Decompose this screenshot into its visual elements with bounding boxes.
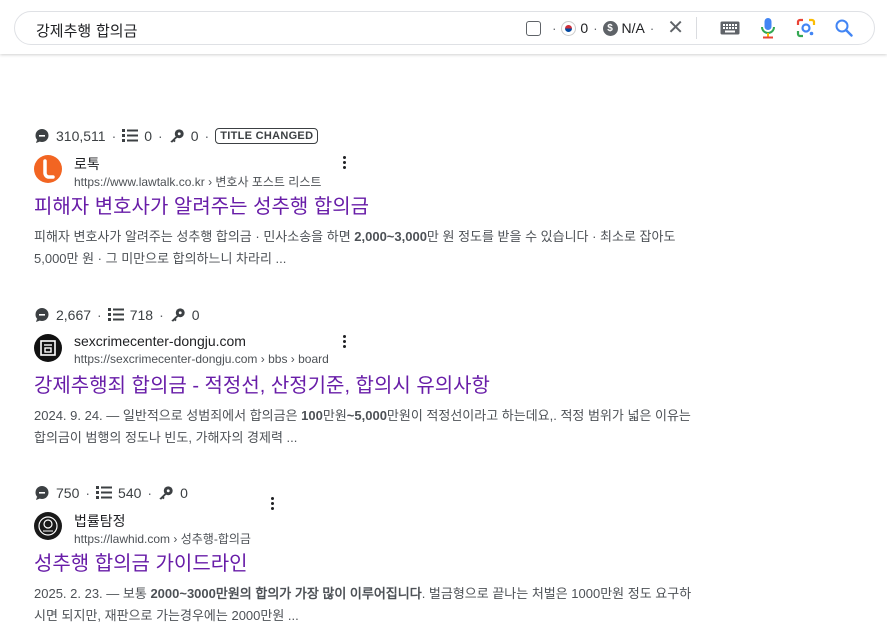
currency-value: N/A	[621, 20, 645, 36]
url-text: https://sexcrimecenter-dongju.com	[74, 352, 258, 366]
top-bar: 강제추행 합의금 · 0 · $ N/A · ✕	[0, 0, 887, 54]
views-count: 310,511	[56, 128, 106, 144]
site-name: sexcrimecenter-dongju.com	[74, 333, 246, 349]
site-name: 법률탐정	[74, 513, 126, 529]
url-text: https://www.lawtalk.co.kr	[74, 175, 205, 189]
snippet-text: 2025. 2. 23. — 보통	[34, 586, 151, 601]
snippet-text: 2000~3000	[150, 586, 216, 601]
site-url: https://lawhid.com › 성추행-합의금	[74, 530, 251, 547]
mic-icon[interactable]	[756, 16, 780, 40]
url-breadcrumb: › bbs › board	[260, 352, 329, 366]
separator-dot: ·	[593, 20, 598, 36]
snippet-text: 만원의 합의가 가장 많이 이루어집니다	[215, 586, 422, 601]
list-count: 718	[129, 307, 154, 323]
snippet-text: 2024. 9. 24. — 일반적으로 성범죄에서 합의금은	[34, 408, 302, 423]
dongju-logo-icon	[34, 334, 62, 362]
comment-icon	[34, 485, 50, 501]
key-icon	[170, 307, 186, 323]
list-count: 540	[118, 485, 142, 501]
key-count: 0	[191, 307, 200, 323]
close-icon[interactable]: ✕	[667, 18, 684, 38]
result-title-link[interactable]: 피해자 변호사가 알려주는 성추행 합의금	[34, 194, 694, 220]
lens-icon[interactable]	[794, 16, 818, 40]
result-snippet: 2025. 2. 23. — 보통 2000~3000만원의 합의가 가장 많이…	[34, 583, 694, 627]
key-icon	[158, 485, 174, 501]
more-vert-icon[interactable]	[262, 493, 282, 513]
divider	[696, 17, 697, 39]
lawhid-logo-icon	[34, 512, 62, 540]
snippet-text: 만원	[322, 408, 347, 423]
comment-icon	[34, 128, 50, 144]
list-icon	[107, 307, 124, 323]
dollar-icon: $	[602, 20, 618, 36]
key-count: 0	[180, 485, 188, 501]
result-title-link[interactable]: 강제추행죄 합의금 - 적정선, 산정기준, 합의시 유의사항	[34, 373, 694, 399]
result-stats: 2,667 · 718 · 0	[34, 306, 694, 324]
more-vert-icon[interactable]	[334, 331, 354, 351]
search-result: 750 · 540 · 0 법률탐정 https://lawhid.com › …	[34, 484, 694, 627]
result-stats: 750 · 540 · 0	[34, 484, 694, 502]
result-snippet: 피해자 변호사가 알려주는 성추행 합의금 · 민사소송을 하면 2,000~3…	[34, 226, 694, 270]
snippet-text: 100	[301, 408, 323, 423]
key-icon	[169, 128, 185, 144]
korea-flag-icon	[561, 20, 577, 36]
url-text: https://lawhid.com	[74, 532, 171, 546]
key-count: 0	[190, 128, 199, 144]
lawtalk-logo-icon	[34, 155, 62, 183]
site-info[interactable]: 로톡 https://www.lawtalk.co.kr › 변호사 포스트 리…	[34, 152, 694, 189]
site-name: 로톡	[74, 156, 100, 172]
views-count: 750	[56, 485, 80, 501]
views-count: 2,667	[56, 307, 92, 323]
snippet-text: 피해자 변호사가 알려주는 성추행 합의금 · 민사소송을 하면	[34, 229, 355, 244]
select-checkbox[interactable]	[526, 20, 542, 36]
site-info[interactable]: 법률탐정 https://lawhid.com › 성추행-합의금	[34, 496, 694, 546]
search-input[interactable]: 강제추행 합의금	[36, 20, 137, 41]
result-title-link[interactable]: 성추행 합의금 가이드라인	[34, 551, 694, 577]
url-breadcrumb: › 성추행-합의금	[173, 532, 251, 546]
result-stats: 310,511 · 0 · 0 · TITLE CHANGED	[34, 127, 694, 145]
more-vert-icon[interactable]	[334, 152, 354, 172]
list-icon	[96, 485, 113, 501]
site-url: https://www.lawtalk.co.kr › 변호사 포스트 리스트	[74, 173, 321, 190]
search-box[interactable]: 강제추행 합의금 · 0 · $ N/A · ✕	[14, 11, 875, 45]
separator-dot: ·	[649, 20, 655, 36]
keyboard-icon[interactable]	[718, 16, 742, 40]
url-breadcrumb: › 변호사 포스트 리스트	[208, 175, 322, 189]
search-tools: · 0 · $ N/A · ✕	[526, 12, 874, 44]
result-snippet: 2024. 9. 24. — 일반적으로 성범죄에서 합의금은 100만원~5,…	[34, 405, 694, 449]
flag-count: 0	[580, 20, 589, 36]
list-icon	[122, 128, 139, 144]
search-result: 2,667 · 718 · 0 sexcrimecenter-dongju.co…	[34, 306, 694, 449]
snippet-text: 2,000~3,000	[354, 229, 427, 244]
snippet-text: ~5,000	[346, 408, 387, 423]
list-count: 0	[144, 128, 153, 144]
comment-icon	[34, 307, 50, 323]
title-changed-badge: TITLE CHANGED	[215, 128, 319, 144]
separator-dot: ·	[552, 20, 557, 36]
site-url: https://sexcrimecenter-dongju.com › bbs …	[74, 352, 329, 366]
search-icon[interactable]	[832, 16, 856, 40]
search-result: 310,511 · 0 · 0 · TITLE CHANGED 로톡 https…	[34, 127, 694, 270]
site-info[interactable]: sexcrimecenter-dongju.com https://sexcri…	[34, 331, 694, 366]
